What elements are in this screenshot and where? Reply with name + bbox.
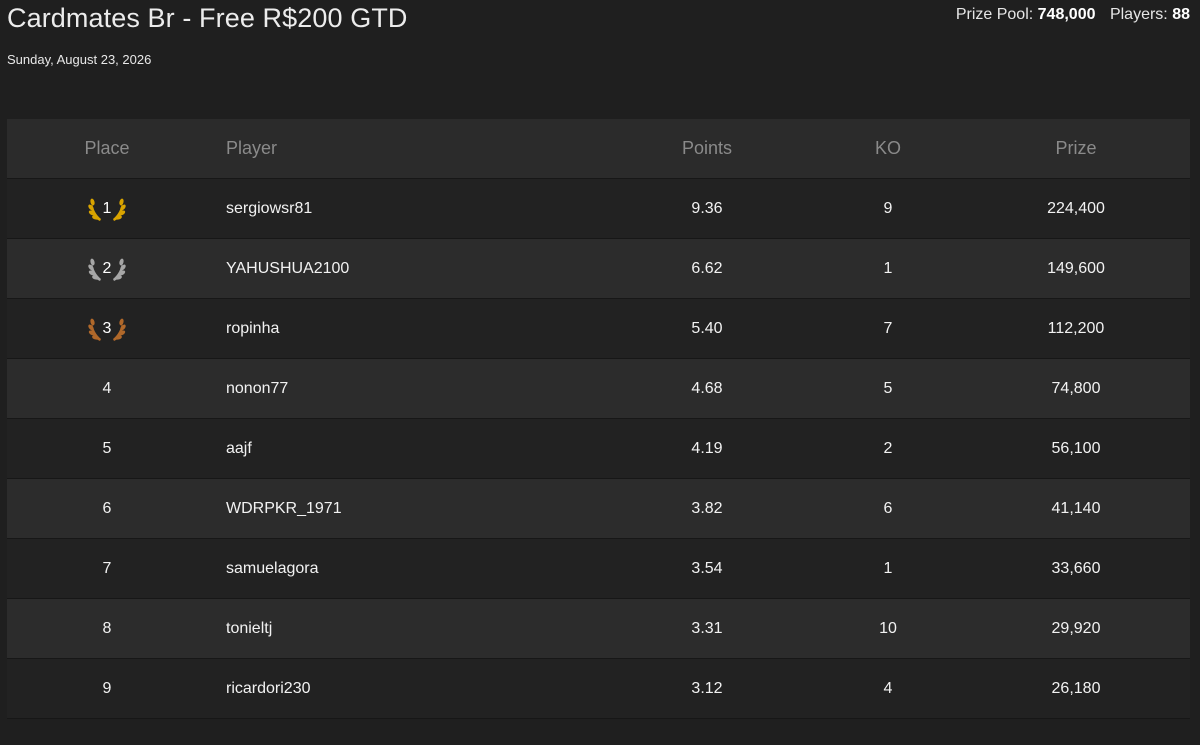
place-number: 3 [102,319,112,337]
ko-cell: 1 [883,259,893,277]
page-title: Cardmates Br - Free R$200 GTD [7,3,408,33]
prize-cell: 149,600 [1047,259,1105,277]
table-row[interactable]: 2 YAHUSHUA2100 6.62 1 149,600 [7,239,1190,299]
table-row[interactable]: 5 aajf 4.19 2 56,100 [7,419,1190,479]
player-name: YAHUSHUA2100 [226,259,350,277]
place-cell: 7 [102,559,112,577]
player-name: WDRPKR_1971 [226,499,342,517]
player-name: ropinha [226,319,280,337]
column-header-prize[interactable]: Prize [976,119,1176,178]
column-header-points[interactable]: Points [607,119,807,178]
points-cell: 6.62 [691,259,723,277]
table-body: 1 sergiowsr81 9.36 9 224,400 2 YAHUSHUA2100 6.… [7,179,1190,719]
prize-cell: 56,100 [1051,439,1101,457]
place-cell: 1 [7,179,207,238]
place-cell: 5 [102,439,112,457]
player-name: ricardori230 [226,679,311,697]
prize-pool-label: Prize Pool: [955,6,1034,23]
place-cell: 2 [7,239,207,298]
table-row[interactable]: 7 samuelagora 3.54 1 33,660 [7,539,1190,599]
prize-pool-value: 748,000 [1037,6,1096,23]
table-row[interactable]: 1 sergiowsr81 9.36 9 224,400 [7,179,1190,239]
player-name: samuelagora [226,559,319,577]
place-cell: 6 [102,499,112,517]
player-name: tonieltj [226,619,273,637]
table-row[interactable]: 3 ropinha 5.40 7 112,200 [7,299,1190,359]
points-cell: 4.68 [691,379,723,397]
place-cell: 8 [102,619,112,637]
tournament-stats: Prize Pool: 748,000 Players: 88 [956,6,1190,24]
prize-cell: 29,920 [1051,619,1101,637]
gold-medal-icon: 1 [87,194,127,224]
points-cell: 4.19 [691,439,723,457]
players-label: Players: [1109,6,1168,23]
points-cell: 3.12 [691,679,723,697]
place-number: 2 [102,259,112,277]
place-cell: 4 [102,379,112,397]
points-cell: 9.36 [691,199,723,217]
place-number: 1 [102,199,112,217]
points-cell: 3.82 [691,499,723,517]
table-row[interactable]: 6 WDRPKR_1971 3.82 6 41,140 [7,479,1190,539]
prize-cell: 33,660 [1051,559,1101,577]
player-name: sergiowsr81 [226,199,313,217]
points-cell: 5.40 [691,319,723,337]
player-name: aajf [226,439,252,457]
points-cell: 3.54 [691,559,723,577]
table-row[interactable]: 8 tonieltj 3.31 10 29,920 [7,599,1190,659]
ko-cell: 1 [883,559,893,577]
ko-cell: 10 [879,619,897,637]
ko-cell: 9 [883,199,893,217]
prize-cell: 74,800 [1051,379,1101,397]
points-cell: 3.31 [691,619,723,637]
ko-cell: 4 [883,679,893,697]
silver-medal-icon: 2 [87,254,127,284]
prize-cell: 26,180 [1051,679,1101,697]
results-table: Place Player Points KO Prize 1 sergiowsr8… [7,119,1190,719]
prize-cell: 41,140 [1051,499,1101,517]
table-header: Place Player Points KO Prize [7,119,1190,179]
bronze-medal-icon: 3 [87,314,127,344]
place-cell: 3 [7,299,207,358]
table-row[interactable]: 4 nonon77 4.68 5 74,800 [7,359,1190,419]
table-row[interactable]: 9 ricardori230 3.12 4 26,180 [7,659,1190,719]
tournament-date: Sunday, August 23, 2026 [7,52,152,67]
column-header-player[interactable]: Player [226,119,606,178]
player-name: nonon77 [226,379,289,397]
players-value: 88 [1172,6,1190,23]
ko-cell: 5 [883,379,893,397]
ko-cell: 2 [883,439,893,457]
prize-cell: 224,400 [1047,199,1105,217]
ko-cell: 6 [883,499,893,517]
ko-cell: 7 [883,319,893,337]
column-header-place[interactable]: Place [7,119,207,178]
prize-cell: 112,200 [1047,319,1105,337]
column-header-ko[interactable]: KO [788,119,988,178]
place-cell: 9 [102,679,112,697]
leaderboard-page: Cardmates Br - Free R$200 GTD Sunday, Au… [0,0,1200,745]
